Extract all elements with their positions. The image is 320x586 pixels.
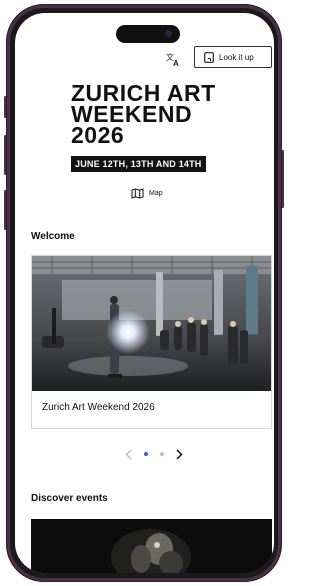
carousel-controls — [123, 448, 185, 460]
card-photo — [32, 256, 271, 391]
event-dates-badge: JUNE 12TH, 13TH AND 14TH — [71, 156, 206, 172]
card-caption: Zurich Art Weekend 2026 — [42, 402, 155, 413]
map-label: Map — [149, 190, 163, 197]
map-link[interactable]: Map — [131, 188, 163, 199]
page-title: ZURICH ART WEEKEND 2026 — [71, 82, 261, 148]
chevron-left-icon[interactable] — [123, 448, 133, 460]
translate-icon[interactable]: 文 A — [165, 51, 181, 68]
camera-icon — [165, 30, 172, 37]
welcome-heading: Welcome — [31, 231, 75, 242]
event-photo[interactable] — [31, 519, 272, 573]
carousel-dot-active[interactable] — [144, 452, 149, 456]
lookup-icon — [204, 51, 214, 63]
look-it-up-label: Look it up — [219, 52, 254, 62]
chevron-right-icon[interactable] — [175, 448, 185, 460]
dynamic-island — [116, 25, 180, 43]
discover-events-heading: Discover events — [31, 493, 108, 504]
map-icon — [131, 188, 144, 199]
look-it-up-button[interactable]: Look it up — [194, 46, 272, 68]
app-screen: 文 A Look it up ZURICH ART WEEKEND 2026 J… — [15, 13, 274, 573]
title-line: 2026 — [71, 122, 125, 148]
svg-text:A: A — [173, 59, 179, 67]
welcome-card[interactable]: Zurich Art Weekend 2026 — [31, 255, 272, 429]
carousel-dot[interactable] — [159, 452, 164, 456]
